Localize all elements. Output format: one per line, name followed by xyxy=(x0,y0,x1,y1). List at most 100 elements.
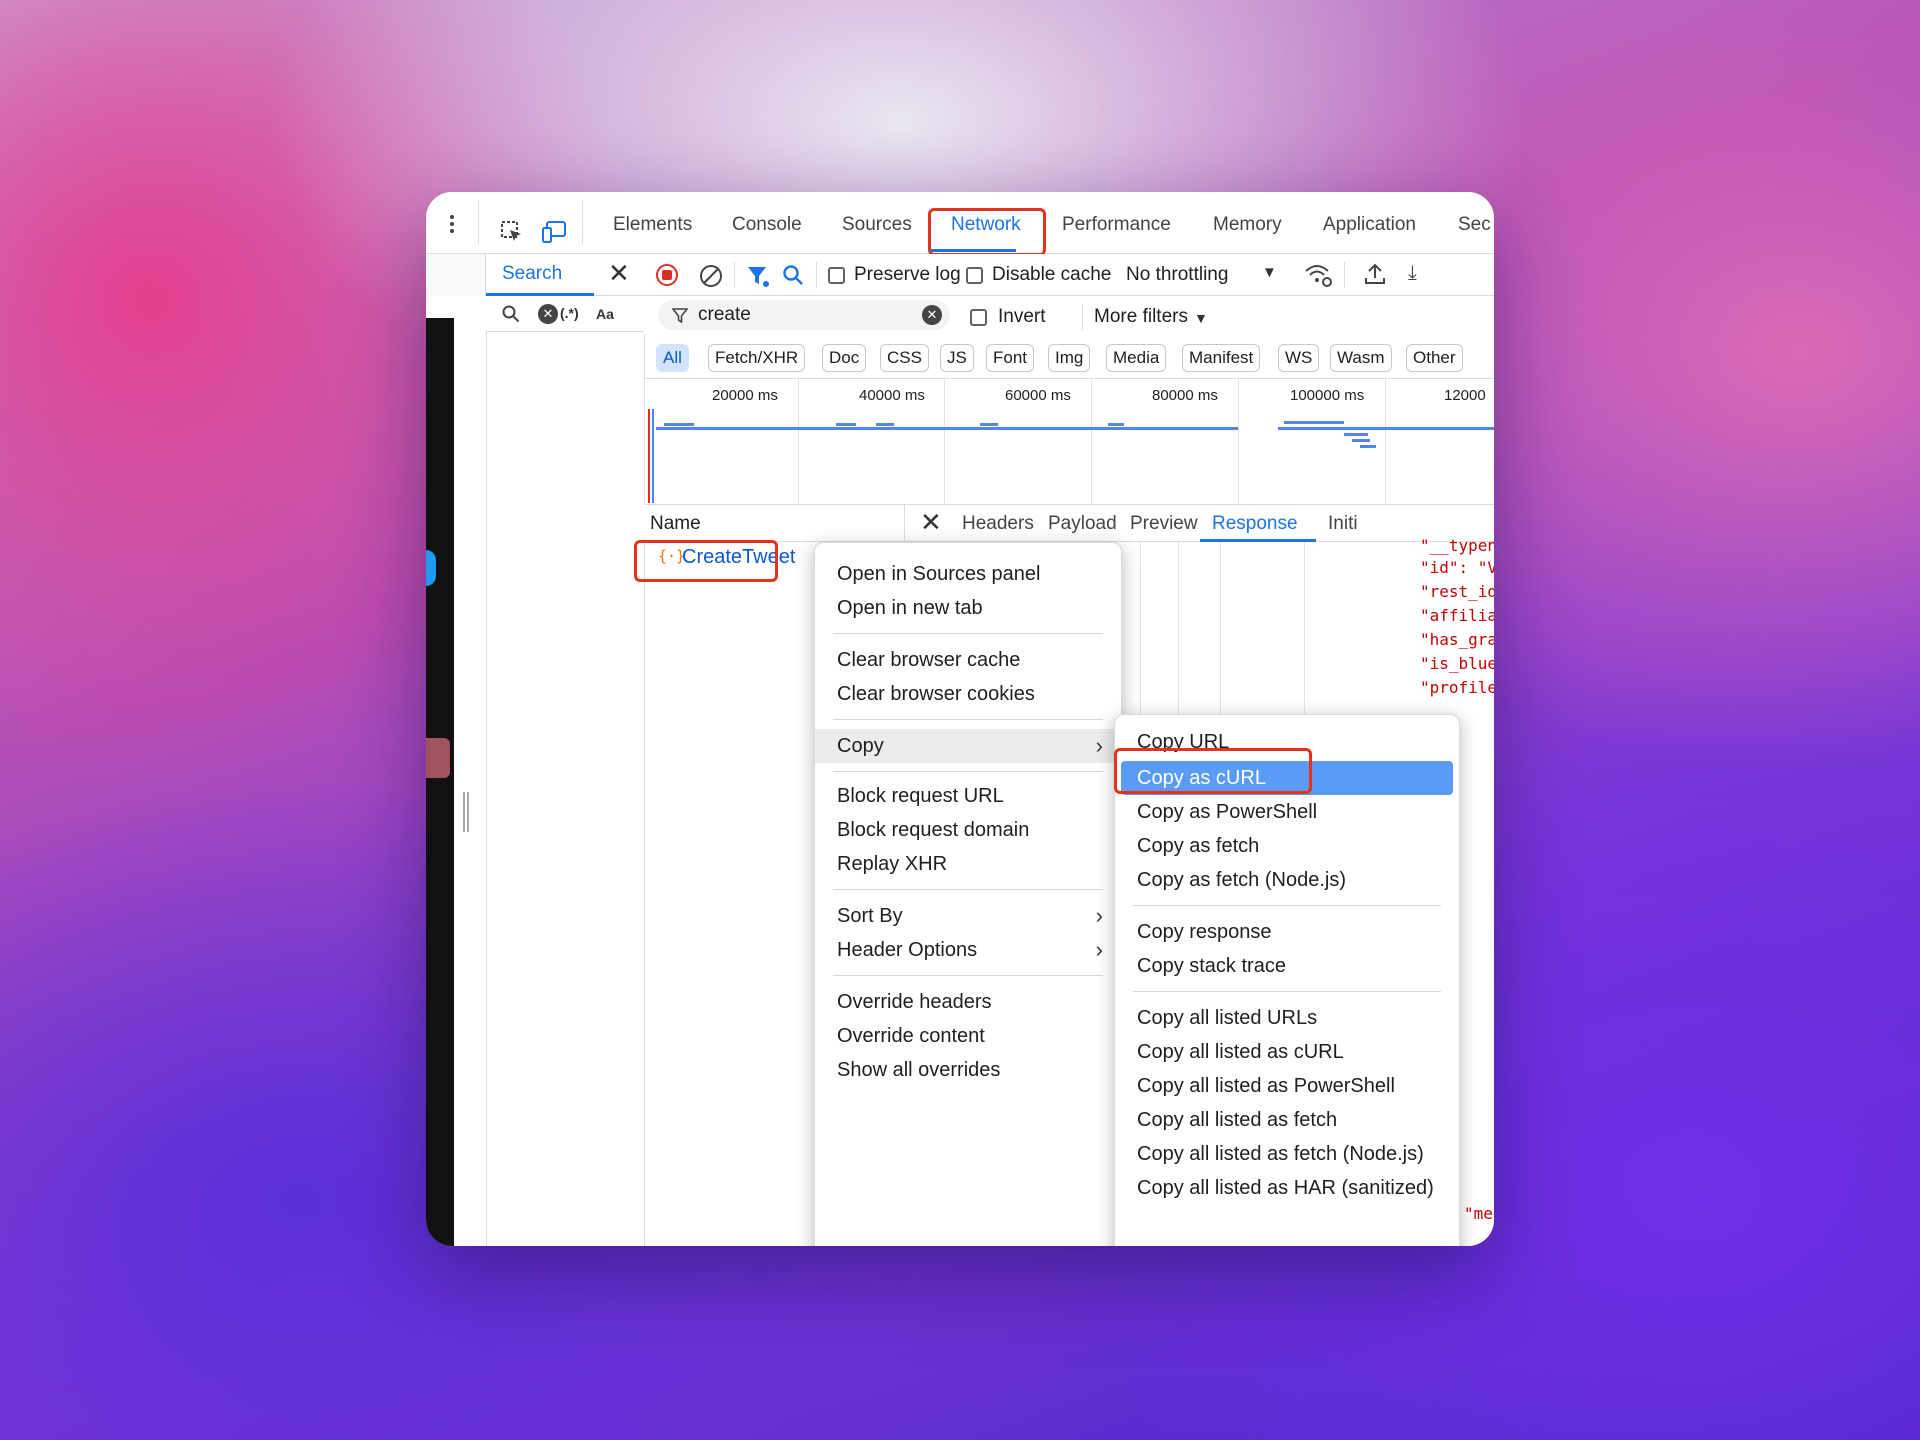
type-filter-manifest[interactable]: Manifest xyxy=(1182,344,1261,372)
disable-cache-checkbox[interactable] xyxy=(966,267,983,284)
drawer-menu xyxy=(426,254,486,296)
tab-performance[interactable]: Performance xyxy=(1062,212,1171,238)
type-filter-all[interactable]: All xyxy=(656,344,689,372)
type-filter-ws[interactable]: WS xyxy=(1278,344,1320,372)
search-icon[interactable] xyxy=(502,305,520,323)
tab-response[interactable]: Response xyxy=(1212,513,1298,535)
menu-item-clear-cookies[interactable]: Clear browser cookies xyxy=(815,679,1121,709)
menu-item-show-overrides[interactable]: Show all overrides xyxy=(815,1055,1121,1085)
menu-item-clear-cache[interactable]: Clear browser cache xyxy=(815,645,1121,675)
menu-separator xyxy=(1133,905,1441,906)
tab-security[interactable]: Sec xyxy=(1458,212,1491,238)
timeline-tick: 60000 ms xyxy=(1005,387,1071,404)
filter-icon[interactable] xyxy=(746,264,770,288)
menu-item-copy-all-curl[interactable]: Copy all listed as cURL xyxy=(1115,1037,1459,1067)
match-case-toggle[interactable]: Aa xyxy=(596,306,614,322)
preserve-log-checkbox[interactable] xyxy=(828,267,845,284)
stop-recording-icon[interactable] xyxy=(656,264,678,286)
menu-item-open-in-new-tab[interactable]: Open in new tab xyxy=(815,593,1121,623)
invert-checkbox[interactable] xyxy=(970,309,987,326)
type-filter-img[interactable]: Img xyxy=(1048,344,1091,372)
menu-item-open-in-sources[interactable]: Open in Sources panel xyxy=(815,559,1121,589)
menu-item-copy-response[interactable]: Copy response xyxy=(1115,917,1459,947)
type-filter-wasm[interactable]: Wasm xyxy=(1330,344,1392,372)
clear-icon[interactable] xyxy=(699,264,723,288)
tab-memory[interactable]: Memory xyxy=(1213,212,1282,238)
tab-preview[interactable]: Preview xyxy=(1130,513,1198,535)
search-requests-icon[interactable] xyxy=(782,264,804,286)
type-filter-font[interactable]: Font xyxy=(986,344,1035,372)
menu-item-copy-stack-trace[interactable]: Copy stack trace xyxy=(1115,951,1459,981)
resize-handle[interactable] xyxy=(463,792,469,832)
chevron-down-icon[interactable]: ▼ xyxy=(1194,310,1208,326)
tab-application[interactable]: Application xyxy=(1323,212,1416,238)
menu-item-copy-all-powershell[interactable]: Copy all listed as PowerShell xyxy=(1115,1071,1459,1101)
timeline-marker xyxy=(652,409,654,503)
tab-initiator[interactable]: Initi xyxy=(1328,513,1358,535)
menu-item-block-domain[interactable]: Block request domain xyxy=(815,815,1121,845)
throttling-select[interactable]: No throttling xyxy=(1126,264,1228,286)
more-options-icon[interactable] xyxy=(450,212,454,236)
timeline-tick: 12000 xyxy=(1444,387,1486,404)
tab-headers[interactable]: Headers xyxy=(962,513,1034,535)
menu-item-copy-all-fetch[interactable]: Copy all listed as fetch xyxy=(1115,1105,1459,1135)
search-bar: ✕ (.*) Aa xyxy=(486,296,644,332)
timeline-bar xyxy=(664,423,694,426)
device-toolbar-icon[interactable] xyxy=(542,220,568,244)
menu-item-copy-as-fetch-node[interactable]: Copy as fetch (Node.js) xyxy=(1115,865,1459,895)
name-column-header[interactable]: Name xyxy=(650,513,701,535)
response-line: "affiliate xyxy=(1420,606,1494,625)
menu-separator xyxy=(833,771,1103,772)
export-har-icon[interactable]: ⤓ xyxy=(1408,262,1417,285)
funnel-icon xyxy=(672,308,688,323)
menu-item-header-options[interactable]: Header Options › xyxy=(815,935,1121,965)
menu-item-override-content[interactable]: Override content xyxy=(815,1021,1121,1051)
tab-payload[interactable]: Payload xyxy=(1048,513,1117,535)
chevron-down-icon[interactable]: ▼ xyxy=(1262,264,1277,281)
filter-input[interactable]: create ✕ xyxy=(658,300,950,330)
type-filter-js[interactable]: JS xyxy=(940,344,974,372)
menu-item-copy-as-fetch[interactable]: Copy as fetch xyxy=(1115,831,1459,861)
import-har-icon[interactable] xyxy=(1364,262,1386,286)
menu-item-override-headers[interactable]: Override headers xyxy=(815,987,1121,1017)
menu-item-copy-all-urls[interactable]: Copy all listed URLs xyxy=(1115,1003,1459,1033)
type-filter-doc[interactable]: Doc xyxy=(822,344,867,372)
preserve-log-label: Preserve log xyxy=(854,264,961,285)
chevron-right-icon: › xyxy=(1095,733,1103,758)
timeline-marker xyxy=(648,409,650,503)
menu-item-copy-all-fetch-node[interactable]: Copy all listed as fetch (Node.js) xyxy=(1115,1139,1459,1169)
active-tab-indicator xyxy=(930,249,1016,252)
menu-item-copy[interactable]: Copy › xyxy=(815,729,1121,763)
menu-item-sort-by-label: Sort By xyxy=(837,905,903,927)
timeline-bar xyxy=(1344,433,1368,436)
clear-search-icon[interactable]: ✕ xyxy=(538,304,558,324)
tab-sources[interactable]: Sources xyxy=(842,212,912,238)
regex-toggle[interactable]: (.*) xyxy=(560,305,579,321)
menu-item-copy-as-powershell[interactable]: Copy as PowerShell xyxy=(1115,797,1459,827)
menu-separator xyxy=(833,719,1103,720)
timeline-bar xyxy=(656,427,1238,430)
clear-filter-icon[interactable]: ✕ xyxy=(922,305,942,325)
context-menu: Open in Sources panel Open in new tab Cl… xyxy=(814,542,1122,1246)
menu-item-sort-by[interactable]: Sort By › xyxy=(815,901,1121,931)
close-search-icon[interactable]: ✕ xyxy=(608,258,630,289)
tab-elements[interactable]: Elements xyxy=(613,212,692,238)
type-filter-other[interactable]: Other xyxy=(1406,344,1463,372)
network-conditions-icon[interactable] xyxy=(1304,262,1332,288)
menu-item-block-url[interactable]: Block request URL xyxy=(815,781,1121,811)
menu-item-header-options-label: Header Options xyxy=(837,939,978,961)
type-filter-css[interactable]: CSS xyxy=(880,344,929,372)
inspect-element-icon[interactable] xyxy=(500,220,524,244)
close-details-icon[interactable]: ✕ xyxy=(920,507,942,538)
divider xyxy=(816,262,817,288)
menu-item-copy-all-har[interactable]: Copy all listed as HAR (sanitized) xyxy=(1115,1173,1459,1203)
type-filter-fetch-xhr[interactable]: Fetch/XHR xyxy=(708,344,806,372)
menu-item-replay-xhr[interactable]: Replay XHR xyxy=(815,849,1121,879)
search-tab[interactable]: Search xyxy=(502,263,562,285)
timeline-overview[interactable]: 20000 ms 40000 ms 60000 ms 80000 ms 1000… xyxy=(644,378,1494,505)
page-button-fragment xyxy=(426,550,436,586)
type-filter-media[interactable]: Media xyxy=(1106,344,1167,372)
more-filters-button[interactable]: More filters xyxy=(1082,306,1188,328)
tab-console[interactable]: Console xyxy=(732,212,802,238)
search-pane-border xyxy=(486,332,487,1246)
